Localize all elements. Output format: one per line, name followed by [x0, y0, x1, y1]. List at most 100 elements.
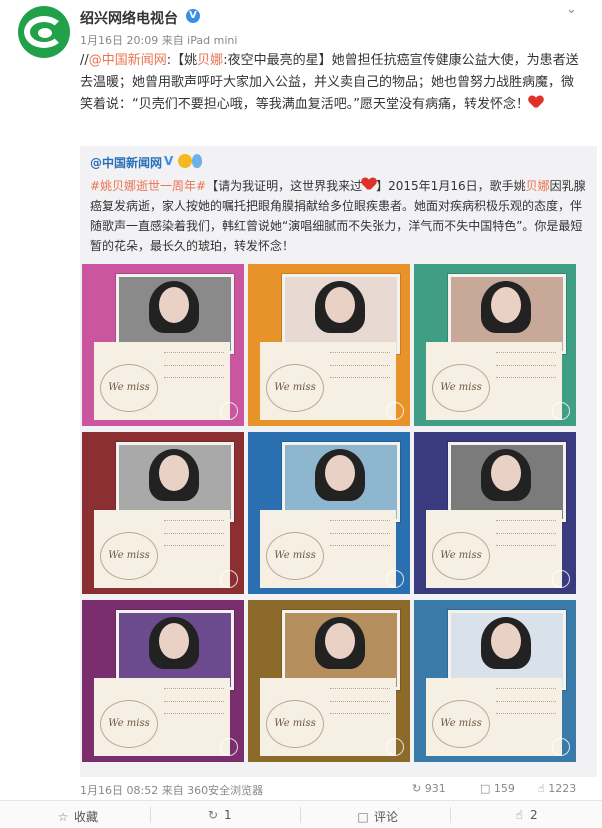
comment-icon: □	[357, 810, 369, 824]
thumbs-up-icon: ☝	[538, 782, 545, 795]
caption-lines	[496, 688, 556, 729]
caption-lines	[496, 520, 556, 561]
caption-lines	[164, 688, 224, 729]
heart-icon	[362, 178, 376, 191]
divider	[300, 807, 301, 823]
comment-label: 评论	[374, 810, 399, 824]
repost-icon: ↻	[412, 782, 422, 795]
comment-button[interactable]: □ 评论	[356, 808, 398, 825]
repost-footer: 1月16日 08:52 来自 360安全浏览器 ↻ 931 □ 159 ☝ 12…	[80, 778, 595, 798]
we-miss-you-label: We miss you.	[266, 700, 324, 748]
seal-icon	[552, 738, 570, 756]
caption-lines	[330, 688, 390, 729]
repost-text: #姚贝娜逝世一周年#【请为我证明，这世界我来过 】2015年1月16日，歌手姚贝娜…	[90, 176, 590, 256]
favorite-button[interactable]: ☆ 收藏	[56, 808, 98, 825]
repost-highlight: 贝娜	[525, 179, 550, 193]
heart-icon	[529, 96, 543, 109]
post-meta[interactable]: 1月16日 20:09 来自 iPad mini	[80, 32, 237, 48]
grid-image[interactable]: We miss you.	[82, 264, 244, 426]
account-avatar[interactable]	[18, 6, 70, 58]
portrait-face	[159, 455, 189, 491]
portrait-face	[159, 623, 189, 659]
hashtag-link[interactable]: #姚贝娜逝世一周年#	[90, 179, 206, 193]
action-bar: ☆ 收藏 ↻ 1 □ 评论 ☝ 2	[0, 800, 602, 828]
seal-icon	[220, 402, 238, 420]
portrait-face	[325, 287, 355, 323]
repost-time[interactable]: 1月16日 08:52 来自 360安全浏览器	[80, 782, 263, 798]
repost-button[interactable]: ↻ 1	[206, 808, 232, 822]
seal-icon	[220, 570, 238, 588]
repost-icon: ↻	[207, 808, 219, 822]
repost-author[interactable]: @中国新闻网	[90, 154, 162, 171]
portrait-face	[159, 287, 189, 323]
we-miss-you-label: We miss you.	[266, 532, 324, 580]
account-name[interactable]: 绍兴网络电视台	[80, 8, 178, 28]
portrait-face	[491, 455, 521, 491]
repost-label: 1	[224, 808, 232, 822]
post-highlight: 贝娜	[197, 53, 224, 68]
grid-image[interactable]: We miss you.	[414, 600, 576, 762]
post-body-a: :【姚	[166, 53, 198, 68]
grid-image[interactable]: We miss you.	[414, 264, 576, 426]
comment-count-value: 159	[493, 782, 515, 795]
star-icon: ☆	[57, 810, 69, 824]
like-count[interactable]: ☝ 1223	[538, 782, 576, 795]
memorial-note: We miss you.	[260, 678, 396, 756]
caption-lines	[330, 352, 390, 393]
post-text: //@中国新闻网:【姚贝娜:夜空中最亮的星】她曾担任抗癌宣传健康公益大使，为患者…	[80, 50, 580, 116]
we-miss-you-label: We miss you.	[100, 364, 158, 412]
seal-icon	[386, 570, 404, 588]
repost-count[interactable]: ↻ 931	[412, 782, 446, 795]
memorial-note: We miss you.	[426, 510, 562, 588]
reposted-content: @中国新闻网 V #姚贝娜逝世一周年#【请为我证明，这世界我来过 】2015年1月…	[80, 146, 597, 777]
grid-image[interactable]: We miss you.	[248, 432, 410, 594]
grid-image[interactable]: We miss you.	[82, 432, 244, 594]
repost-quote: 【请为我证明，这世界我来过	[206, 179, 363, 193]
favorite-label: 收藏	[74, 810, 99, 824]
thumbs-up-icon: ☝	[515, 808, 523, 822]
verified-badge-icon: V	[186, 9, 200, 23]
memorial-note: We miss you.	[426, 678, 562, 756]
like-label: 2	[530, 808, 538, 822]
portrait-face	[491, 623, 521, 659]
seal-icon	[552, 570, 570, 588]
grid-image[interactable]: We miss you.	[248, 264, 410, 426]
divider	[150, 807, 151, 823]
portrait-face	[325, 455, 355, 491]
memorial-note: We miss you.	[260, 342, 396, 420]
we-miss-you-label: We miss you.	[100, 700, 158, 748]
chevron-down-icon[interactable]: ⌄	[566, 2, 577, 17]
emoji-icon	[178, 154, 192, 168]
repost-count-value: 931	[424, 782, 446, 795]
like-count-value: 1223	[548, 782, 577, 795]
memorial-note: We miss you.	[94, 678, 230, 756]
like-button[interactable]: ☝ 2	[512, 808, 538, 822]
we-miss-you-label: We miss you.	[100, 532, 158, 580]
we-miss-you-label: We miss you.	[432, 364, 490, 412]
memorial-note: We miss you.	[426, 342, 562, 420]
caption-lines	[164, 352, 224, 393]
grid-image[interactable]: We miss you.	[414, 432, 576, 594]
weibo-post-card: 绍兴网络电视台 V ⌄ 1月16日 20:09 来自 iPad mini //@…	[0, 0, 602, 828]
memorial-note: We miss you.	[94, 510, 230, 588]
divider	[450, 807, 451, 823]
seal-icon	[220, 738, 238, 756]
logo-dot	[38, 28, 52, 38]
caption-lines	[164, 520, 224, 561]
repost-body-a: 】2015年1月16日，歌手姚	[376, 179, 526, 193]
balloon-icon	[192, 154, 202, 168]
we-miss-you-label: We miss you.	[432, 532, 490, 580]
memorial-note: We miss you.	[260, 510, 396, 588]
portrait-face	[325, 623, 355, 659]
memorial-note: We miss you.	[94, 342, 230, 420]
seal-icon	[386, 738, 404, 756]
grid-image[interactable]: We miss you.	[82, 600, 244, 762]
caption-lines	[496, 352, 556, 393]
post-prefix: //	[80, 53, 89, 68]
mention-link[interactable]: @中国新闻网	[89, 53, 167, 68]
verified-badge-icon: V	[164, 154, 174, 168]
comment-count[interactable]: □ 159	[480, 782, 515, 795]
portrait-face	[491, 287, 521, 323]
comment-icon: □	[480, 782, 491, 795]
grid-image[interactable]: We miss you.	[248, 600, 410, 762]
